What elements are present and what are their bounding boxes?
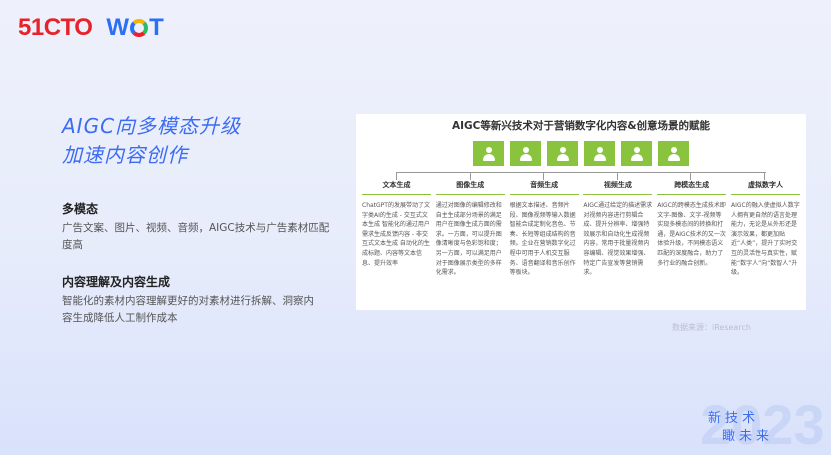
slogan: 新技术 瞰未来 — [708, 411, 774, 444]
column-head: 跨模态生成 — [657, 180, 727, 195]
section-heading: 多模态 — [62, 202, 99, 216]
column-body: 通过对图像的编辑修改和自主生成部分场景的满足用户在图像生成方面的需求。一方面，可… — [435, 202, 502, 277]
column-digital-human: 虚拟数字人 AIGC的融入使虚拟人数字人拥有更自然的语言处理能力，无论是从外形还… — [730, 180, 800, 278]
column-body: AIGC的融入使虚拟人数字人拥有更自然的语言处理能力，无论是从外形还是演示效果，… — [730, 202, 800, 277]
logo-wot: WT — [106, 14, 164, 41]
columns: 文本生成 ChatGPT的发展带动了文字类AI的生成 - 交互式文本生成 智能化… — [356, 180, 806, 278]
column-head: 视频生成 — [583, 180, 653, 195]
person-icon — [473, 141, 504, 166]
section-heading: 内容理解及内容生成 — [62, 275, 171, 289]
data-source: 数据来源：iResearch — [672, 323, 751, 332]
main-title: AIGC向多模态升级 加速内容创作 — [62, 114, 242, 167]
column-head: 音频生成 — [509, 180, 579, 195]
connector-lines — [362, 166, 800, 180]
aigc-card: AIGC等新兴技术对于营销数字化内容&创意场景的赋能 文本生成 ChatGPT的… — [356, 114, 806, 310]
section-content-understanding: 内容理解及内容生成 智能化的素材内容理解更好的对素材进行拆解、洞察内容生成降低人… — [62, 273, 322, 327]
column-head: 图像生成 — [435, 180, 505, 195]
column-head: 文本生成 — [362, 180, 431, 195]
column-head: 虚拟数字人 — [730, 180, 800, 195]
logo: 51CTO WT — [18, 14, 164, 42]
icon-row — [356, 141, 806, 166]
person-icon — [658, 141, 689, 166]
person-icon — [510, 141, 541, 166]
column-video-generation: 视频生成 AIGC通过给定的描述需求对视频内容进行剪辑合成、提升分辨率、增强特效… — [583, 180, 653, 278]
column-body: 根据文本描述、音频片段、图像视频等输入数据智能合成定制化音色、节奏、长短等组成结… — [509, 202, 576, 277]
column-body: ChatGPT的发展带动了文字类AI的生成 - 交互式文本生成 智能化的通过用户… — [362, 202, 430, 267]
card-title: AIGC等新兴技术对于营销数字化内容&创意场景的赋能 — [451, 120, 710, 132]
person-icon — [547, 141, 578, 166]
column-image-generation: 图像生成 通过对图像的编辑修改和自主生成部分场景的满足用户在图像生成方面的需求。… — [435, 180, 505, 278]
column-audio-generation: 音频生成 根据文本描述、音频片段、图像视频等输入数据智能合成定制化音色、节奏、长… — [509, 180, 579, 278]
person-icon — [584, 141, 615, 166]
column-text-generation: 文本生成 ChatGPT的发展带动了文字类AI的生成 - 交互式文本生成 智能化… — [362, 180, 431, 278]
logo-51cto: 51CTO — [18, 14, 93, 41]
person-icon — [621, 141, 652, 166]
section-text: 广告文案、图片、视频、音频，AIGC技术与广告素材匹配度高 — [62, 222, 330, 251]
section-text: 智能化的素材内容理解更好的对素材进行拆解、洞察内容生成降低人工制作成本 — [62, 295, 314, 324]
column-cross-modal: 跨模态生成 AIGC的跨模态生成技术即文字-图像、文字-视频等实现多模态间的转换… — [657, 180, 727, 278]
column-body: AIGC通过给定的描述需求对视频内容进行剪辑合成、提升分辨率、增强特效展示和自动… — [583, 202, 653, 277]
section-multimodal: 多模态 广告文案、图片、视频、音频，AIGC技术与广告素材匹配度高 — [62, 200, 332, 254]
logo-ring-icon — [130, 19, 149, 37]
column-body: AIGC的跨模态生成技术即文字-图像、文字-视频等实现多模态间的转换和打通，是A… — [657, 202, 726, 267]
